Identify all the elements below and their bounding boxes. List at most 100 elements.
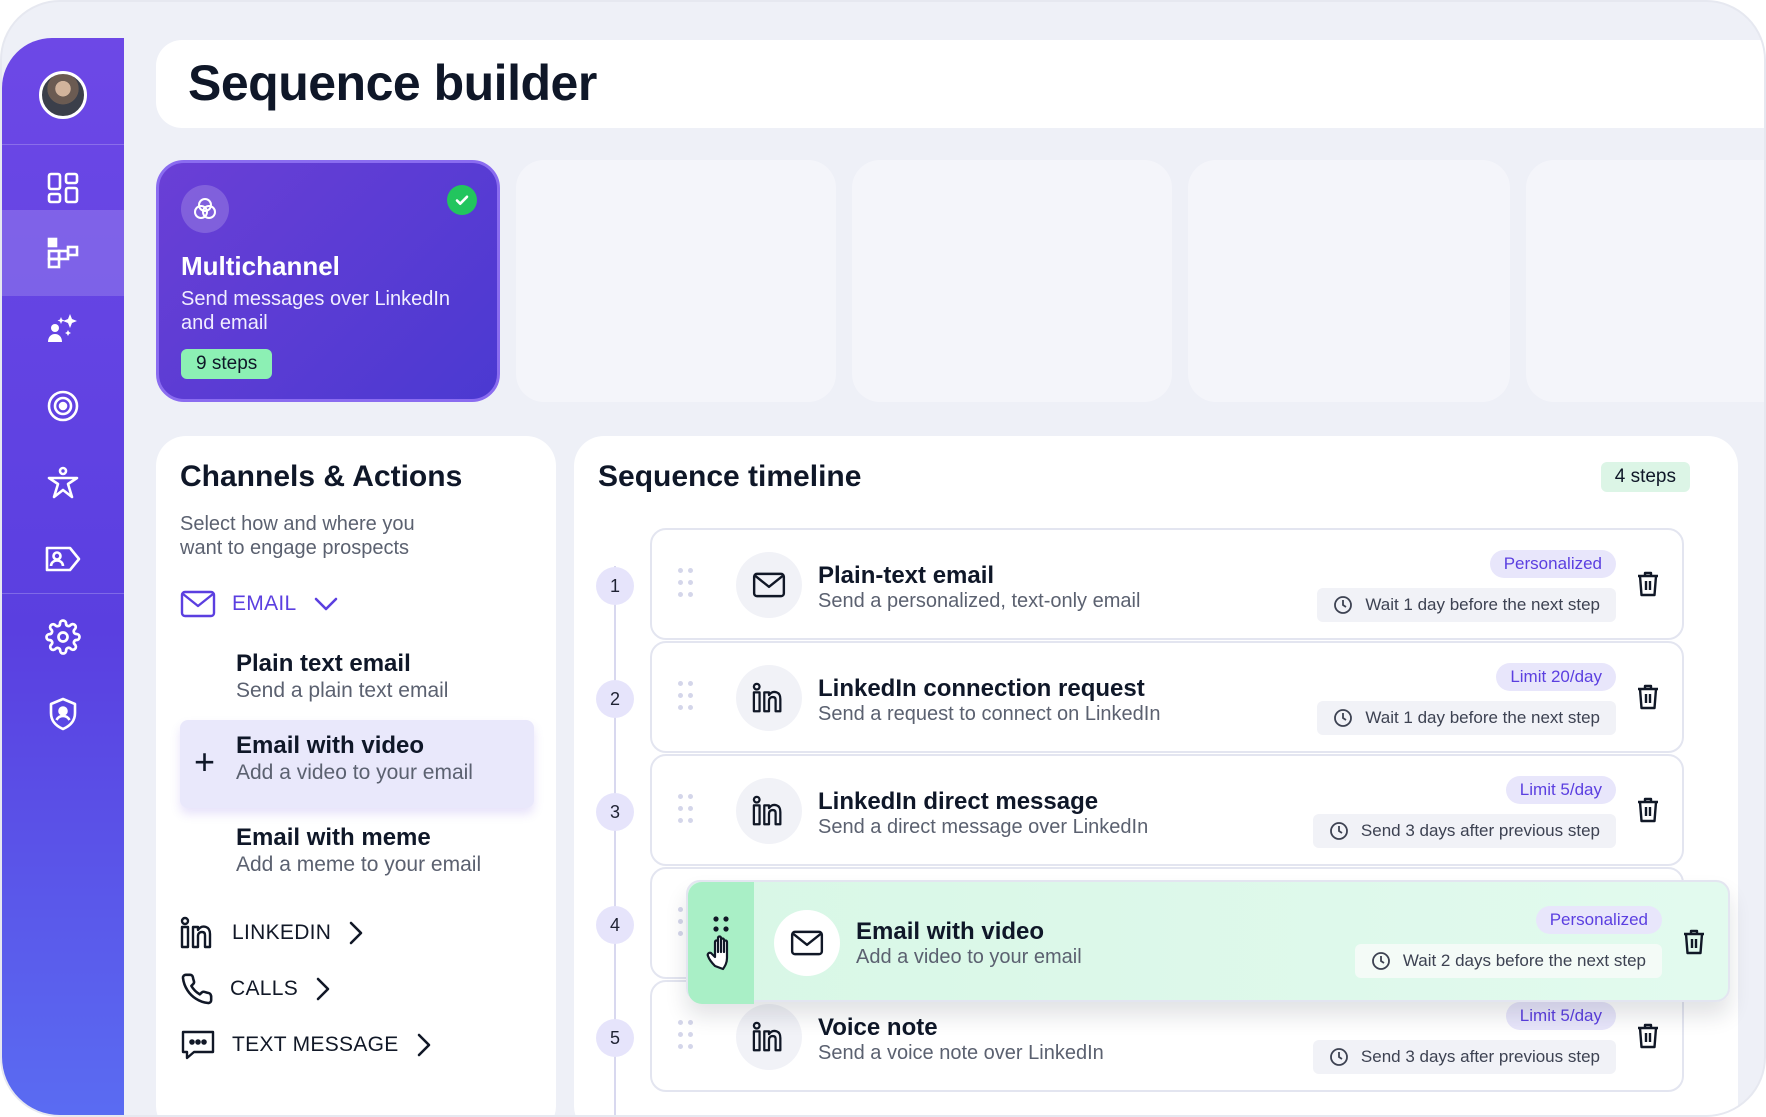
chat-icon [181,1030,215,1060]
channels-subtitle: Select how and where you want to engage … [180,513,415,559]
trash-icon[interactable] [1636,683,1660,711]
timeline-step[interactable]: LinkedIn direct message Send a direct me… [650,754,1684,866]
app-frame: Sequence builder Multichannel Send messa… [0,0,1766,1117]
template-card-description: Send messages over LinkedIn and email [181,288,451,334]
user-avatar-button[interactable] [2,52,124,138]
gear-icon [45,619,81,655]
step-subtitle: Add a video to your email [856,946,1082,968]
action-plain-text-email[interactable]: Plain text email Send a plain text email [180,638,534,726]
step-subtitle: Send a direct message over LinkedIn [818,816,1149,838]
step-delay-text: Send 3 days after previous step [1360,1047,1600,1066]
channel-email-toggle[interactable]: EMAIL [180,590,339,618]
template-card-placeholder[interactable] [852,160,1172,402]
sidebar [2,38,124,1115]
step-title: Voice note [818,1014,938,1041]
step-number: 1 [596,567,634,605]
avatar [39,71,87,119]
sidebar-item-targets[interactable] [2,363,124,449]
dashboard-icon [47,172,79,204]
dragging-step-card[interactable]: Email with video Add a video to your ema… [686,880,1730,1004]
chevron-down-icon [314,597,337,611]
template-card-steps-badge: 9 steps [181,349,273,379]
drag-handle-icon[interactable] [678,681,696,715]
step-delay[interactable]: Wait 1 day before the next step [1317,701,1616,735]
clock-icon [1334,709,1353,727]
linkedin-icon [736,778,802,844]
step-title: Plain-text email [818,562,995,589]
timeline-title: Sequence timeline [598,460,862,493]
page-header: Sequence builder [156,40,1764,128]
sparkle-user-icon [48,314,77,342]
sidebar-item-sequences[interactable] [2,210,124,296]
action-title: Email with video [236,732,425,759]
action-subtitle: Add a meme to your email [236,853,482,876]
sidebar-item-contacts[interactable] [2,516,124,602]
sidebar-item-security[interactable] [2,671,124,757]
template-card-placeholder[interactable] [1526,160,1764,402]
channels-panel: Channels & Actions Select how and where … [156,436,556,1115]
action-subtitle: Send a plain text email [236,679,449,702]
step-number: 3 [596,793,634,831]
step-subtitle: Send a request to connect on LinkedIn [818,703,1161,725]
clock-icon [1334,596,1353,614]
chevron-right-icon [417,1033,430,1057]
channel-text-message-toggle[interactable]: TEXT MESSAGE [180,1028,433,1062]
step-badge: Limit 20/day [1496,663,1616,691]
grab-hand-icon [706,916,729,971]
channel-linkedin-toggle[interactable]: LINKEDIN [180,916,365,950]
step-delay[interactable]: Send 3 days after previous step [1312,814,1616,848]
multichannel-icon [181,185,229,233]
step-delay[interactable]: Wait 2 days before the next step [1354,944,1662,978]
timeline-step[interactable]: Plain-text email Send a personalized, te… [650,528,1684,640]
action-email-with-meme[interactable]: Email with meme Add a meme to your email [180,812,534,900]
drag-handle-icon[interactable] [678,568,696,602]
drag-handle-icon[interactable] [678,1020,696,1054]
timeline-panel: Sequence timeline 4 steps 1 Plain-text e… [574,436,1738,1115]
shield-user-icon [49,697,77,731]
step-number: 4 [596,906,634,944]
step-badge: Personalized [1535,906,1662,934]
phone-icon [181,973,213,1005]
step-delay-text: Wait 1 day before the next step [1365,595,1600,614]
clock-icon [1371,952,1390,970]
trash-icon[interactable] [1682,928,1706,956]
trash-icon[interactable] [1636,796,1660,824]
linkedin-icon [736,665,802,731]
trash-icon[interactable] [1636,570,1660,598]
timeline-step[interactable]: LinkedIn connection request Send a reque… [650,641,1684,753]
template-card-placeholder[interactable] [516,160,836,402]
channels-title: Channels & Actions [180,460,463,493]
linkedin-icon [180,916,212,949]
trash-icon[interactable] [1636,1022,1660,1050]
mail-icon [774,910,840,976]
timeline-steps-badge: 4 steps [1600,462,1690,492]
step-delay-text: Wait 2 days before the next step [1402,951,1646,970]
step-number: 5 [596,1019,634,1057]
action-title: Email with meme [236,824,431,851]
clock-icon [1330,822,1348,840]
step-delay[interactable]: Wait 1 day before the next step [1317,588,1616,622]
step-subtitle: Send a voice note over LinkedIn [818,1042,1104,1064]
sidebar-item-settings[interactable] [2,594,124,680]
step-badge: Limit 5/day [1505,1002,1616,1030]
sidebar-item-accessibility[interactable] [2,440,124,526]
step-badge: Personalized [1489,550,1616,578]
template-card-multichannel[interactable]: Multichannel Send messages over LinkedIn… [156,160,500,402]
channel-calls-label: CALLS [230,977,299,1000]
action-email-with-video[interactable]: + Email with video Add a video to your e… [180,720,534,808]
action-title: Plain text email [236,650,411,677]
sequence-icon [47,237,79,269]
template-card-placeholder[interactable] [1188,160,1510,402]
drag-handle-icon[interactable] [678,794,696,828]
channel-linkedin-label: LINKEDIN [232,921,332,944]
target-icon [47,390,79,422]
step-title: LinkedIn connection request [818,675,1145,702]
step-delay-text: Send 3 days after previous step [1360,821,1600,840]
person-star-icon [47,466,79,499]
step-subtitle: Send a personalized, text-only email [818,590,1141,612]
drag-handle[interactable] [688,882,754,1004]
sidebar-item-ai[interactable] [2,286,124,372]
chevron-right-icon [349,921,363,945]
step-delay[interactable]: Send 3 days after previous step [1312,1040,1616,1074]
channel-calls-toggle[interactable]: CALLS [180,972,332,1006]
